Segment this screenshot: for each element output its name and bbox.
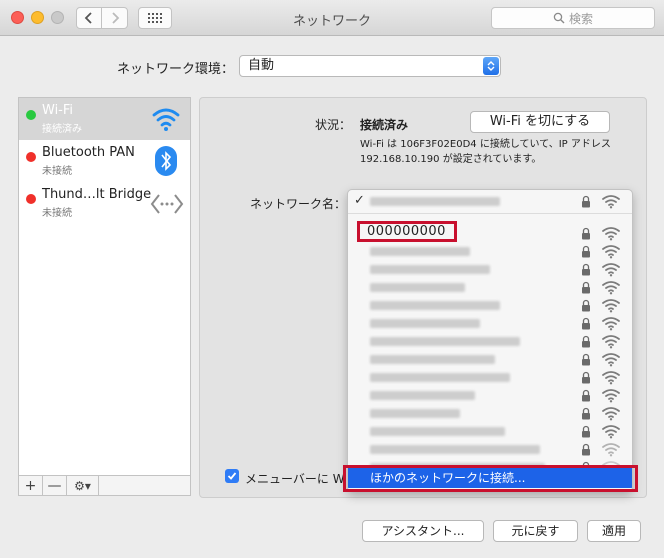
status-label: 状況：: [315, 118, 352, 132]
highlight-annotation-box: [357, 221, 457, 242]
current-network-row[interactable]: ✓: [348, 192, 632, 211]
checkmark-icon: ✓: [354, 193, 365, 208]
service-toolbar: + — ⚙▾: [18, 476, 191, 496]
highlight-annotation-box: [343, 465, 638, 492]
lock-icon: [582, 195, 590, 208]
search-field[interactable]: 検索: [491, 7, 655, 29]
lock-icon: [582, 281, 590, 294]
service-name: Bluetooth PAN: [42, 145, 135, 160]
status-dot: [26, 152, 36, 162]
blurred-network-name: [370, 391, 475, 400]
blurred-network-name: [370, 319, 480, 328]
lock-icon: [582, 389, 590, 402]
lock-icon: [582, 371, 590, 384]
wifi-signal-icon: [602, 227, 620, 241]
network-row[interactable]: [348, 440, 632, 459]
wifi-signal-icon: [602, 353, 620, 367]
blurred-network-name: [370, 427, 505, 436]
blurred-network-name: [370, 373, 510, 382]
service-status: 未接続: [42, 166, 72, 177]
network-row[interactable]: [348, 350, 632, 369]
network-row[interactable]: [348, 242, 632, 261]
bluetooth-icon: [155, 146, 177, 176]
wifi-signal-icon: [602, 335, 620, 349]
location-label: ネットワーク環境：: [117, 62, 235, 77]
service-status: 未接続: [42, 208, 72, 219]
wifi-signal-icon: [602, 443, 620, 457]
blurred-network-name: [370, 301, 500, 310]
location-select[interactable]: 自動: [239, 55, 501, 77]
network-row[interactable]: [348, 368, 632, 387]
assistant-button[interactable]: アシスタント...: [362, 520, 484, 542]
network-row[interactable]: [348, 422, 632, 441]
service-item-bluetooth-pan[interactable]: Bluetooth PAN 未接続: [19, 140, 190, 182]
lock-icon: [582, 425, 590, 438]
wifi-icon: [152, 108, 180, 131]
network-row[interactable]: [348, 278, 632, 297]
lock-icon: [582, 353, 590, 366]
wifi-signal-icon: [602, 407, 620, 421]
wifi-signal-icon: [602, 195, 620, 209]
lock-icon: [582, 443, 590, 456]
lock-icon: [582, 227, 590, 240]
wifi-signal-icon: [602, 263, 620, 277]
search-icon: [553, 12, 565, 24]
menu-separator: [348, 213, 632, 214]
network-row[interactable]: [348, 260, 632, 279]
show-in-menubar-checkbox[interactable]: [225, 469, 239, 483]
service-item-wifi[interactable]: Wi-Fi 接続済み: [19, 98, 190, 140]
blurred-network-name: [370, 445, 540, 454]
updown-arrows-icon: [483, 57, 499, 75]
network-row[interactable]: [348, 314, 632, 333]
revert-button[interactable]: 元に戻す: [493, 520, 578, 542]
network-row[interactable]: [348, 386, 632, 405]
service-item-thunderbolt-bridge[interactable]: Thund…lt Bridge 未接続: [19, 182, 190, 224]
thunderbolt-bridge-icon: [150, 194, 184, 214]
service-name: Thund…lt Bridge: [42, 187, 152, 202]
wifi-signal-icon: [602, 371, 620, 385]
blurred-network-name: [370, 197, 500, 206]
blurred-network-name: [370, 265, 490, 274]
network-row[interactable]: [348, 404, 632, 423]
lock-icon: [582, 317, 590, 330]
location-value: 自動: [248, 58, 275, 73]
turn-wifi-off-button[interactable]: Wi-Fi を切にする: [470, 111, 610, 133]
service-status: 接続済み: [42, 124, 82, 135]
network-name-label: ネットワーク名：: [250, 197, 347, 211]
blurred-network-name: [370, 337, 520, 346]
lock-icon: [582, 335, 590, 348]
wifi-signal-icon: [602, 281, 620, 295]
network-row[interactable]: [348, 296, 632, 315]
status-dot: [26, 194, 36, 204]
gear-menu-button[interactable]: ⚙▾: [67, 476, 99, 495]
remove-service-button[interactable]: —: [43, 476, 67, 495]
wifi-signal-icon: [602, 245, 620, 259]
status-description: Wi-Fi は 106F3F02E0D4 に接続していて、IP アドレス 192…: [360, 139, 611, 165]
title-bar: ネットワーク 検索: [0, 0, 664, 36]
checkmark-icon: [227, 472, 237, 480]
status-dot: [26, 110, 36, 120]
show-in-menubar-label: メニューバーに W: [245, 472, 345, 486]
lock-icon: [582, 407, 590, 420]
apply-button[interactable]: 適用: [587, 520, 641, 542]
network-preferences-window: ネットワーク 検索 ネットワーク環境： 自動 Wi-Fi 接続済み Blueto…: [0, 0, 664, 558]
add-service-button[interactable]: +: [19, 476, 43, 495]
wifi-signal-icon: [602, 425, 620, 439]
blurred-network-name: [370, 355, 495, 364]
service-name: Wi-Fi: [42, 103, 74, 118]
service-list: Wi-Fi 接続済み Bluetooth PAN 未接続 Thund…lt Br…: [18, 97, 191, 476]
lock-icon: [582, 245, 590, 258]
network-dropdown-menu: ✓ 000000000 ほかのネットワークに接続...: [347, 189, 633, 492]
wifi-signal-icon: [602, 317, 620, 331]
search-placeholder: 検索: [568, 11, 593, 26]
lock-icon: [582, 299, 590, 312]
lock-icon: [582, 263, 590, 276]
wifi-signal-icon: [602, 389, 620, 403]
network-row[interactable]: [348, 332, 632, 351]
blurred-network-name: [370, 247, 470, 256]
blurred-network-name: [370, 283, 465, 292]
status-value: 接続済み: [360, 118, 409, 132]
blurred-network-name: [370, 409, 460, 418]
wifi-signal-icon: [602, 299, 620, 313]
